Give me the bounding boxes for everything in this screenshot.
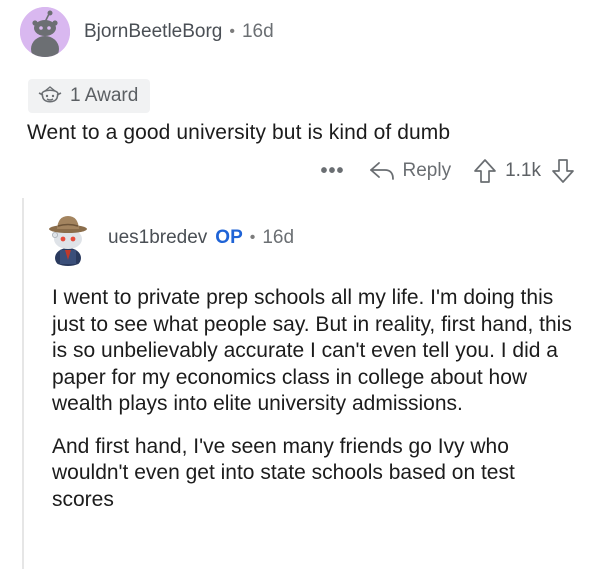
reply-meta: ues1bredev OP • 16d xyxy=(108,227,294,249)
reply-username[interactable]: ues1bredev xyxy=(108,227,207,249)
award-label: 1 Award xyxy=(70,85,139,106)
comment-username[interactable]: BjornBeetleBorg xyxy=(84,21,222,43)
more-options-icon[interactable]: ••• xyxy=(320,160,344,183)
comment-header: BjornBeetleBorg • 16d xyxy=(20,6,274,58)
meta-separator: • xyxy=(229,23,235,40)
meta-separator: • xyxy=(249,229,256,246)
reply-arrow-icon xyxy=(369,162,394,180)
op-badge: OP xyxy=(215,227,243,248)
award-chip[interactable]: 1 Award xyxy=(28,79,151,113)
reply-label: Reply xyxy=(402,160,452,181)
reply-body: I went to private prep schools all my li… xyxy=(52,285,582,513)
downvote-arrow-icon[interactable] xyxy=(551,158,575,184)
snoo-avatar-icon[interactable] xyxy=(20,7,70,57)
comment-body: Went to a good university but is kind of… xyxy=(27,121,451,144)
thread-line[interactable] xyxy=(22,198,24,569)
award-icon xyxy=(38,86,62,103)
comment-meta: BjornBeetleBorg • 16d xyxy=(84,21,274,43)
reply-button[interactable]: Reply xyxy=(369,160,452,182)
vote-score: 1.1k xyxy=(505,160,541,181)
reply-header: ues1bredev OP • 16d xyxy=(40,206,294,270)
comment-action-bar: ••• Reply 1.1k xyxy=(320,154,575,188)
reply-age: 16d xyxy=(262,227,295,248)
snoo-explorer-avatar-icon[interactable] xyxy=(40,210,96,266)
vote-controls: 1.1k xyxy=(473,158,575,184)
comment-age: 16d xyxy=(241,21,274,42)
upvote-arrow-icon[interactable] xyxy=(473,158,497,184)
reply-paragraph: I went to private prep schools all my li… xyxy=(52,286,572,415)
reply-paragraph: And first hand, I've seen many friends g… xyxy=(52,434,515,511)
